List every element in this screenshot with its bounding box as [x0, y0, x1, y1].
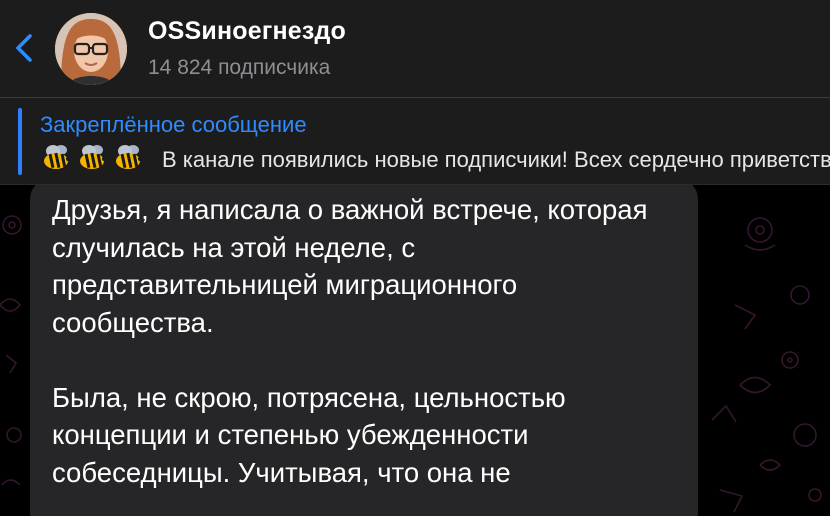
channel-title[interactable]: OSSиноегнездо — [148, 17, 346, 46]
bee-emoji-icon — [40, 142, 74, 177]
subscriber-count: 14 824 подписчика — [148, 56, 331, 79]
back-button[interactable] — [10, 30, 38, 66]
message-paragraph: Друзья, я написала о важной встрече, кот… — [52, 194, 648, 338]
chevron-left-icon — [16, 34, 32, 62]
message-text: Друзья, я написала о важной встрече, кот… — [52, 191, 682, 491]
chat-header: OSSиноегнездо 14 824 подписчика — [0, 0, 830, 98]
chat-area[interactable]: Друзья, я написала о важной встрече, кот… — [0, 185, 830, 516]
message-bubble[interactable]: Друзья, я написала о важной встрече, кот… — [30, 185, 698, 516]
pinned-message-title: Закреплённое сообщение — [40, 112, 307, 137]
bee-emoji-icon — [112, 142, 146, 177]
message-paragraph: Была, не скрою, потрясена, цельностью ко… — [52, 381, 566, 488]
channel-avatar[interactable] — [55, 13, 127, 85]
pinned-message-text: В канале появились новые подписчики! Все… — [162, 146, 830, 172]
pinned-message-banner[interactable]: Закреплённое сообщение В канале появилис… — [0, 98, 830, 185]
bee-emoji-icon — [76, 142, 110, 177]
pinned-message-preview: В канале появились новые подписчики! Все… — [40, 142, 830, 174]
avatar-image — [55, 13, 127, 85]
pinned-indicator-bar — [18, 108, 22, 175]
